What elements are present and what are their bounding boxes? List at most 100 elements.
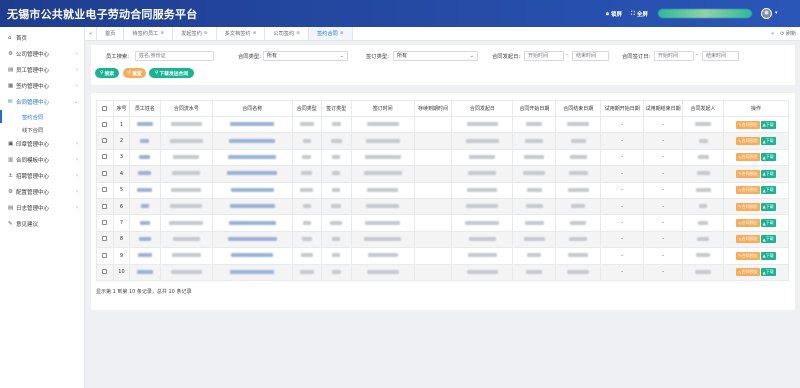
close-icon[interactable]: ⊗ xyxy=(296,31,300,36)
table-row[interactable]: 6 - - ✎ 合同预览 ▲ 下载 xyxy=(96,197,790,216)
row-checkbox[interactable] xyxy=(102,170,108,176)
pagination-info: 显示第 1 到第 10 条记录，总共 10 条记录 xyxy=(96,289,192,295)
redacted-cell xyxy=(555,132,602,150)
contract-preview-button[interactable]: ✎ 合同预览 xyxy=(736,268,760,277)
redacted-cell xyxy=(159,181,213,199)
sidebar-subitem[interactable]: 签约合同 xyxy=(0,110,84,123)
row-checkbox[interactable] xyxy=(102,236,108,242)
sidebar-item[interactable]: ▤ 员工管理中心 ‹ xyxy=(0,62,84,78)
row-checkbox[interactable] xyxy=(102,269,108,275)
row-checkbox[interactable] xyxy=(102,138,108,144)
tab-label: 首页 xyxy=(105,31,116,37)
close-icon[interactable]: ⊗ xyxy=(253,31,257,36)
contract-preview-button[interactable]: ✎ 合同预览 xyxy=(736,153,760,162)
avatar[interactable] xyxy=(761,8,772,19)
close-icon[interactable]: ⊗ xyxy=(160,31,164,36)
download-button[interactable]: ▲ 下载 xyxy=(760,268,776,277)
sidebar-item[interactable]: ▥ 合同模板中心 ‹ xyxy=(0,152,84,168)
download-button[interactable]: ▲ 下载 xyxy=(760,153,776,162)
sidebar-item[interactable]: ⚙ 配置管理中心 ‹ xyxy=(0,184,84,200)
download-button[interactable]: ▲ 下载 xyxy=(760,186,776,195)
table-row[interactable]: 2 - - ✎ 合同预览 ▲ 下载 xyxy=(96,132,790,150)
row-checkbox[interactable] xyxy=(102,154,108,160)
employee-search-input[interactable] xyxy=(135,51,214,61)
initiate-end-date-input[interactable] xyxy=(572,51,609,61)
contract-preview-button[interactable]: ✎ 合同预览 xyxy=(736,235,760,244)
tab[interactable]: 多文档签约 ⊗ xyxy=(217,27,266,40)
sidebar-item[interactable]: ✉ 合同管理中心 ⌄ xyxy=(0,94,84,110)
row-checkbox[interactable] xyxy=(102,187,108,193)
tabs-scroll-right-icon[interactable]: » xyxy=(771,31,774,37)
table-row[interactable]: 7 - - ✎ 合同预览 ▲ 下载 xyxy=(96,214,790,232)
table-row[interactable]: 4 - - ✎ 合同预览 ▲ 下载 xyxy=(96,165,790,183)
redacted-cell xyxy=(512,165,557,183)
download-button[interactable]: ▲ 下载 xyxy=(760,219,776,228)
redacted-cell xyxy=(291,214,322,232)
sidebar-item-icon: ▤ xyxy=(8,67,14,73)
date-range-dash: - xyxy=(566,52,568,58)
column-header: 签订时间 xyxy=(350,100,415,117)
row-checkbox[interactable] xyxy=(102,203,108,209)
initiate-start-date-input[interactable] xyxy=(524,51,564,61)
close-icon[interactable]: ⊗ xyxy=(204,31,208,36)
sidebar-subitem[interactable]: 线下合同 xyxy=(0,123,84,136)
fullscreen-button[interactable]: ⛶ 全屏 xyxy=(631,10,648,19)
row-checkbox[interactable] xyxy=(102,252,108,258)
close-icon[interactable]: ⊗ xyxy=(340,31,344,36)
user-name-pill[interactable] xyxy=(658,9,752,18)
download-button[interactable]: ▲ 下载 xyxy=(760,137,776,146)
tab[interactable]: 公司签约 ⊗ xyxy=(265,27,309,40)
contract-preview-button[interactable]: ✎ 合同预览 xyxy=(736,137,760,146)
sidebar-item[interactable]: ▦ 签约管理中心 ‹ xyxy=(0,78,84,94)
contract-preview-button[interactable]: ✎ 合同预览 xyxy=(736,169,760,178)
redacted-cell xyxy=(159,214,213,232)
select-all-checkbox[interactable] xyxy=(102,105,108,111)
download-sent-contracts-button[interactable]: ⚲ 下载发送合同 xyxy=(149,68,194,78)
reset-button[interactable]: ↺ 重置 xyxy=(123,68,146,78)
download-label: 下载 xyxy=(765,187,774,193)
tab-label: 多文档签约 xyxy=(224,31,251,37)
contract-preview-label: 合同预览 xyxy=(741,252,758,258)
tab[interactable]: 首页 xyxy=(97,27,125,40)
table-row[interactable]: 9 - - ✎ 合同预览 ▲ 下载 xyxy=(96,247,790,265)
tab[interactable]: 签约合同 ⊗ xyxy=(308,27,353,40)
sidebar-item[interactable]: ⚙ 公司管理中心 ‹ xyxy=(0,46,84,62)
download-button[interactable]: ▲ 下载 xyxy=(760,169,776,178)
contract-preview-button[interactable]: ✎ 合同预览 xyxy=(736,251,760,260)
table-row[interactable]: 8 - - ✎ 合同预览 ▲ 下载 xyxy=(96,230,790,249)
download-button[interactable]: ▲ 下载 xyxy=(760,120,776,129)
contract-type-select[interactable]: 所有 ⌄ xyxy=(263,51,348,61)
contract-preview-button[interactable]: ✎ 合同预览 xyxy=(736,219,760,228)
sidebar-item[interactable]: ⌂ 首页 xyxy=(0,30,84,46)
download-button[interactable]: ▲ 下载 xyxy=(760,235,776,244)
contract-preview-button[interactable]: ✎ 合同预览 xyxy=(736,202,760,211)
download-button[interactable]: ▲ 下载 xyxy=(760,202,776,211)
download-button[interactable]: ▲ 下载 xyxy=(760,251,776,260)
contract-preview-button[interactable]: ✎ 合同预览 xyxy=(736,186,760,195)
row-checkbox[interactable] xyxy=(102,121,108,127)
user-menu-caret-icon[interactable]: ▾ xyxy=(775,10,778,16)
row-checkbox[interactable] xyxy=(102,220,108,226)
sidebar-item[interactable]: ▣ 印章管理中心 ‹ xyxy=(0,136,84,152)
tab[interactable]: 待签约员工 ⊗ xyxy=(124,27,174,40)
lock-screen-button[interactable]: 🔒︎ 锁屏 xyxy=(606,10,622,19)
table-row[interactable]: 10 - - ✎ 合同预览 ▲ 下载 xyxy=(96,263,790,281)
sidebar-item[interactable]: ✎ 意见建议 xyxy=(0,216,84,232)
sign-start-date-input[interactable] xyxy=(654,51,694,61)
sign-type-select[interactable]: 所有 ⌄ xyxy=(393,51,478,61)
search-button[interactable]: ⚲ 搜索 xyxy=(95,68,119,78)
tab[interactable]: 发起签约 ⊗ xyxy=(173,27,217,40)
table-row[interactable]: 3 - - ✎ 合同预览 ▲ 下载 xyxy=(96,148,790,167)
tabs-scroll-left-icon[interactable]: « xyxy=(85,27,97,40)
top-header: 无锡市公共就业电子劳动合同服务平台 🔒︎ 锁屏 ⛶ 全屏 ▾ xyxy=(0,0,800,27)
table-row[interactable]: 1 - - ✎ 合同预览 ▲ 下载 xyxy=(96,115,790,134)
redacted-cell xyxy=(350,181,415,199)
sign-end-date-input[interactable] xyxy=(702,51,739,61)
redacted-cell xyxy=(211,181,293,199)
redacted-cell xyxy=(211,214,293,232)
sidebar-item[interactable]: ⚓ 招聘管理中心 ‹ xyxy=(0,168,84,184)
table-row[interactable]: 5 - - ✎ 合同预览 ▲ 下载 xyxy=(96,181,790,199)
refresh-button[interactable]: ⟳ 刷新 xyxy=(780,30,796,37)
sidebar-item[interactable]: ▤ 日志管理中心 ‹ xyxy=(0,200,84,216)
contract-preview-button[interactable]: ✎ 合同预览 xyxy=(736,120,760,129)
